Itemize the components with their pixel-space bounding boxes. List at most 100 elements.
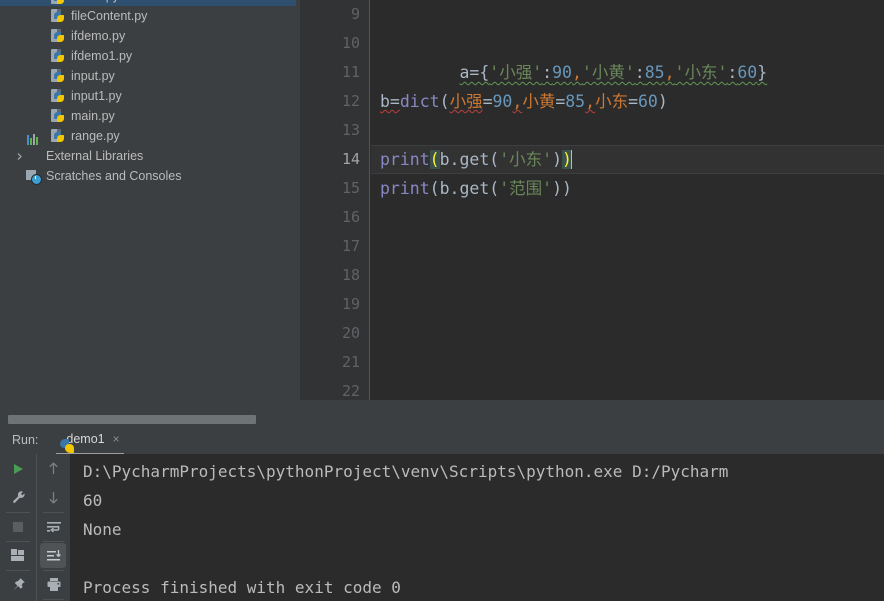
arrow-down-icon xyxy=(49,492,58,504)
token-method-call: b.get( xyxy=(439,150,500,169)
code-line-19[interactable] xyxy=(371,290,884,319)
wrench-icon xyxy=(12,491,25,504)
token-function: print xyxy=(380,179,430,198)
code-line-11[interactable] xyxy=(371,58,884,87)
arrow-up-icon xyxy=(49,462,58,474)
python-file-icon xyxy=(50,68,66,84)
token-string: '小东' xyxy=(499,150,553,169)
token-number: 85 xyxy=(565,92,586,111)
code-line-20[interactable] xyxy=(371,319,884,348)
stop-icon xyxy=(13,521,23,532)
libraries-icon xyxy=(25,134,41,164)
line-number-20[interactable]: 20 xyxy=(300,319,369,348)
scrollbar-thumb[interactable] xyxy=(8,415,256,424)
code-line-22[interactable] xyxy=(371,377,884,400)
line-number-14[interactable]: 14 xyxy=(300,145,369,174)
editor-code-area[interactable]: a={'小强':90,'小黄':85,'小东':60} b=dict(小强=90… xyxy=(371,0,884,400)
line-number-10[interactable]: 10 xyxy=(300,29,369,58)
tree-item-label: fileContent.py xyxy=(71,9,148,23)
token-string: '范围' xyxy=(499,179,553,198)
python-file-icon xyxy=(50,128,66,144)
code-line-16[interactable] xyxy=(371,203,884,232)
line-number-21[interactable]: 21 xyxy=(300,348,369,377)
line-number-19[interactable]: 19 xyxy=(300,290,369,319)
run-toolbar-right xyxy=(36,454,70,601)
code-line-17[interactable] xyxy=(371,232,884,261)
console-line: Process finished with exit code 0 xyxy=(83,578,401,597)
editor-gutter[interactable]: 9 10 11 12 13 14 15 16 17 18 19 20 21 22 xyxy=(300,0,370,400)
layout-button[interactable] xyxy=(0,541,36,570)
tree-item-range-py[interactable]: range.py xyxy=(0,126,296,146)
console-line: D:\PycharmProjects\pythonProject\venv\Sc… xyxy=(83,462,729,481)
run-console-output[interactable]: D:\PycharmProjects\pythonProject\venv\Sc… xyxy=(70,454,884,601)
token-function: dict xyxy=(399,92,440,111)
tree-item-main-py[interactable]: main.py xyxy=(0,106,296,126)
line-number-12[interactable]: 12 xyxy=(300,87,369,116)
down-button[interactable] xyxy=(37,483,70,512)
chevron-right-icon[interactable] xyxy=(14,151,25,162)
token-paren: ) xyxy=(657,92,668,111)
debug-settings-button[interactable] xyxy=(0,483,36,512)
up-button[interactable] xyxy=(37,454,70,483)
close-icon[interactable]: × xyxy=(113,433,120,445)
code-line-10[interactable]: a={'小强':90,'小黄':85,'小东':60} xyxy=(371,29,884,82)
code-line-12[interactable]: b=dict(小强=90,小黄=85,小东=60) xyxy=(371,87,884,116)
tree-item-external-libraries[interactable]: External Libraries xyxy=(0,134,296,166)
line-number-16[interactable]: 16 xyxy=(300,203,369,232)
code-line-13[interactable] xyxy=(371,116,884,145)
scratches-icon xyxy=(25,168,42,185)
tree-item-label: input1.py xyxy=(71,89,122,103)
line-number-11[interactable]: 11 xyxy=(300,58,369,87)
play-icon xyxy=(14,463,23,474)
run-toolbar-left xyxy=(0,454,36,601)
line-number-13[interactable]: 13 xyxy=(300,116,369,145)
line-number-17[interactable]: 17 xyxy=(300,232,369,261)
token-kwarg: 小黄 xyxy=(522,92,556,111)
token-paren: ( xyxy=(429,179,440,198)
code-editor[interactable]: 9 10 11 12 13 14 15 16 17 18 19 20 21 22 a={'小强':90,'… xyxy=(300,0,884,400)
pin-icon xyxy=(12,578,25,591)
stop-button[interactable] xyxy=(0,512,36,541)
console-line: 60 xyxy=(83,491,103,510)
token-paren: ) xyxy=(562,179,572,198)
text-caret xyxy=(570,150,572,169)
token-equals: = xyxy=(555,92,566,111)
code-line-14[interactable]: print(b.get('小东')) xyxy=(371,145,884,174)
code-line-18[interactable] xyxy=(371,261,884,290)
token-paren: ( xyxy=(439,92,450,111)
token-equals: = xyxy=(482,92,493,111)
python-file-icon xyxy=(50,8,66,24)
pin-tab-button[interactable] xyxy=(0,570,36,599)
line-number-18[interactable]: 18 xyxy=(300,261,369,290)
code-line-15[interactable]: print(b.get('范围')) xyxy=(371,174,884,203)
line-number-9[interactable]: 9 xyxy=(300,0,369,29)
soft-wrap-button[interactable] xyxy=(37,512,70,541)
scroll-to-end-button[interactable] xyxy=(37,541,70,570)
python-file-icon xyxy=(50,108,66,124)
rerun-button[interactable] xyxy=(0,454,36,483)
tree-item-scratches-and-consoles[interactable]: Scratches and Consoles xyxy=(0,166,296,186)
console-line: None xyxy=(83,520,122,539)
tree-item-input1-py[interactable]: input1.py xyxy=(0,86,296,106)
run-tab-bar: Run: demo1 × xyxy=(0,426,884,455)
tree-item-filecontent-py[interactable]: fileContent.py xyxy=(0,6,296,26)
project-tree: demo.pyfileContent.pyifdemo.pyifdemo1.py… xyxy=(0,0,296,186)
print-button[interactable] xyxy=(37,570,70,599)
tree-item-ifdemo-py[interactable]: ifdemo.py xyxy=(0,26,296,46)
code-line-21[interactable] xyxy=(371,348,884,377)
tree-item-ifdemo1-py[interactable]: ifdemo1.py xyxy=(0,46,296,66)
token-number: 60 xyxy=(638,92,658,111)
tree-item-label: range.py xyxy=(71,129,120,143)
line-number-22[interactable]: 22 xyxy=(300,377,369,400)
run-tab-demo1[interactable]: demo1 × xyxy=(56,426,124,455)
tree-item-input-py[interactable]: input.py xyxy=(0,66,296,86)
tree-item-label: input.py xyxy=(71,69,115,83)
soft-wrap-icon xyxy=(46,521,61,532)
python-file-icon xyxy=(50,28,66,44)
project-tree-horizontal-scrollbar[interactable] xyxy=(0,412,296,426)
token-function: print xyxy=(380,150,430,169)
line-number-15[interactable]: 15 xyxy=(300,174,369,203)
code-line-9[interactable] xyxy=(371,0,884,29)
tree-item-label: main.py xyxy=(71,109,115,123)
